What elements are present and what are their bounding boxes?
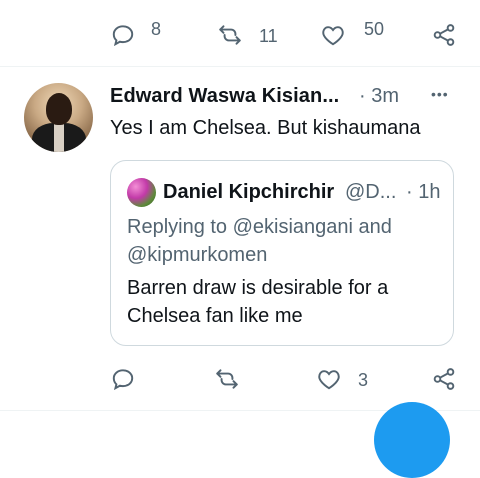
retweet-icon[interactable] (216, 22, 244, 48)
replying-to-line: @kipmurkomen (127, 244, 268, 266)
reply-count: 8 (151, 19, 162, 39)
quoted-text: Chelsea fan like me (127, 305, 303, 327)
author-name[interactable]: Edward Waswa Kisian... (110, 85, 339, 108)
divider (0, 66, 480, 67)
more-icon[interactable]: ••• (431, 86, 449, 102)
tweet-text: Yes I am Chelsea. But kishaumana (110, 117, 421, 139)
reply-icon[interactable] (110, 22, 136, 48)
avatar[interactable] (24, 83, 93, 152)
like-count: 3 (358, 370, 369, 390)
reply-icon[interactable] (110, 366, 136, 392)
like-count: 50 (364, 19, 385, 39)
like-icon[interactable] (320, 22, 346, 48)
quoted-author-name: Daniel Kipchirchir (163, 181, 335, 203)
quoted-handle: @D... (345, 181, 397, 203)
retweet-icon[interactable] (213, 366, 241, 392)
like-icon[interactable] (316, 366, 342, 392)
tweet-time[interactable]: · 3m (359, 85, 399, 108)
share-icon[interactable] (431, 366, 457, 392)
share-icon[interactable] (431, 22, 457, 48)
quoted-text: Barren draw is desirable for a (127, 277, 389, 299)
quoted-time: · 1h (406, 181, 441, 203)
quoted-avatar (127, 178, 156, 207)
compose-button[interactable] (374, 402, 450, 478)
replying-to-line: Replying to @ekisiangani and (127, 216, 392, 238)
quoted-tweet[interactable]: Daniel Kipchirchir @D... · 1h Replying t… (110, 160, 454, 346)
retweet-count: 11 (259, 26, 278, 46)
